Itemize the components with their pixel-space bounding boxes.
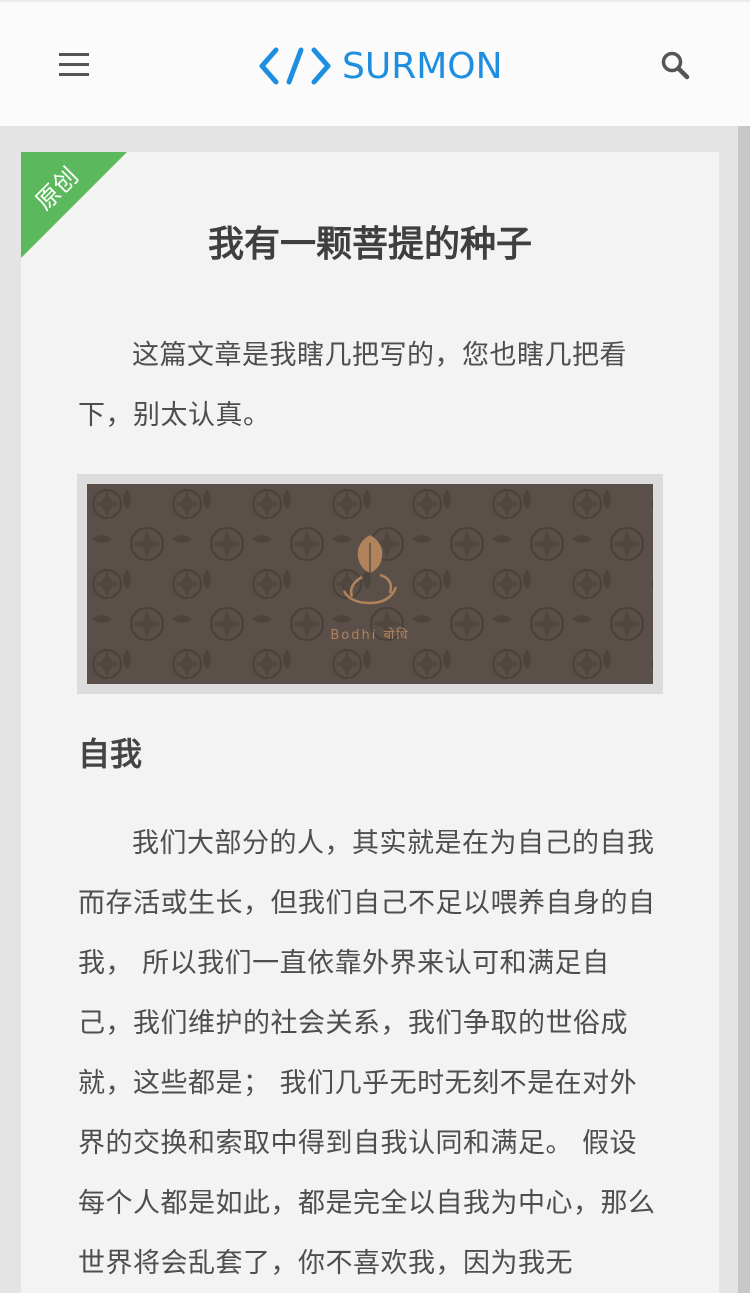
top-header: SURMON (0, 0, 750, 126)
article-card: 原创 我有一颗菩提的种子 这篇文章是我瞎几把写的，您也瞎几把看下，别太认真。 B… (21, 152, 719, 1293)
article-title: 我有一颗菩提的种子 (207, 224, 532, 265)
banner-caption: Bodhi बोधि (330, 627, 409, 643)
bodhi-banner-image: Bodhi बोधि (87, 484, 653, 684)
site-logo[interactable]: SURMON (258, 40, 503, 92)
code-brackets-icon (259, 47, 331, 85)
article-banner-figure: Bodhi बोधि (77, 474, 663, 694)
site-logo-text: SURMON (342, 45, 503, 87)
search-button[interactable] (658, 48, 692, 82)
section-heading: 自我 (78, 735, 143, 773)
menu-button[interactable] (56, 47, 92, 83)
hamburger-menu-icon (59, 53, 89, 76)
page-scrollbar[interactable] (738, 126, 750, 1293)
article-intro: 这篇文章是我瞎几把写的，您也瞎几把看下，别太认真。 (78, 340, 627, 431)
article-paragraph: 我们大部分的人，其实就是在为自己的自我而存活或生长，但我们自己不足以喂养自身的自… (78, 828, 656, 1279)
search-icon (661, 51, 690, 80)
